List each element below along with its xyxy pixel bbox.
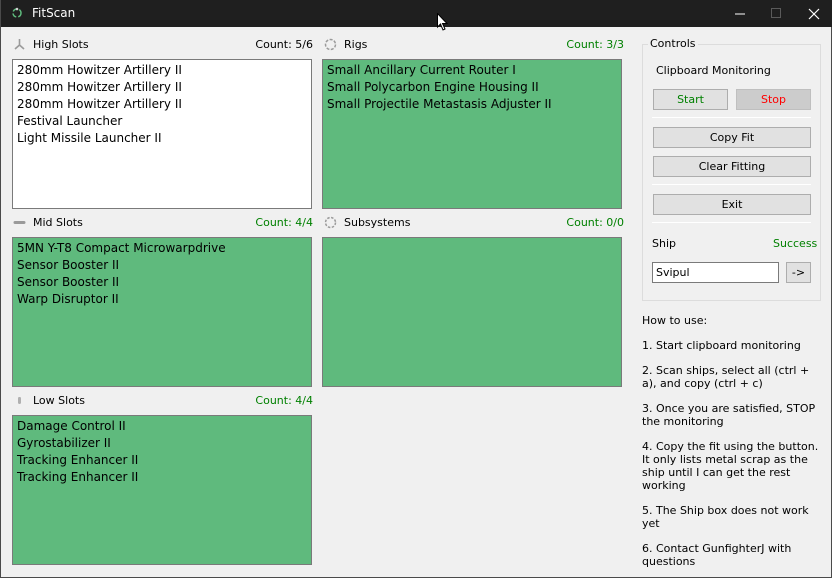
- subsystems-header: Subsystems Count: 0/0: [324, 215, 624, 231]
- subsystems-label: Subsystems: [344, 216, 411, 229]
- separator: [652, 222, 811, 223]
- list-item[interactable]: Tracking Enhancer II: [17, 469, 307, 486]
- start-button[interactable]: Start: [653, 89, 728, 110]
- exit-button[interactable]: Exit: [653, 194, 811, 215]
- app-icon: [12, 7, 22, 18]
- minimize-icon: [734, 13, 745, 15]
- controls-group-label: Controls: [648, 37, 698, 50]
- rig-icon: [324, 38, 337, 51]
- how-to-step: 3. Once you are satisfied, STOP the moni…: [642, 402, 816, 428]
- list-item[interactable]: 5MN Y-T8 Compact Microwarpdrive: [17, 240, 307, 257]
- low-slot-icon: [18, 397, 21, 404]
- high-slots-label: High Slots: [33, 38, 89, 51]
- copy-fit-button[interactable]: Copy Fit: [653, 127, 811, 148]
- list-item[interactable]: Small Ancillary Current Router I: [327, 62, 617, 79]
- list-item[interactable]: 280mm Howitzer Artillery II: [17, 96, 307, 113]
- how-to-step: 6. Contact GunfighterJ with questions: [642, 542, 792, 568]
- subsystems-count: Count: 0/0: [566, 216, 624, 229]
- close-icon: [808, 8, 820, 19]
- rigs-count: Count: 3/3: [566, 38, 624, 51]
- rigs-header: Rigs Count: 3/3: [324, 37, 624, 53]
- high-slots-list[interactable]: 280mm Howitzer Artillery II 280mm Howitz…: [12, 59, 312, 209]
- subsystems-list[interactable]: [322, 237, 622, 387]
- list-item[interactable]: Warp Disruptor II: [17, 291, 307, 308]
- how-to-step: 4. Copy the fit using the button. It onl…: [642, 440, 819, 492]
- stop-button[interactable]: Stop: [736, 89, 811, 110]
- fitscan-window: FitScan High Slots Count: 5/6 280mm Howi…: [0, 0, 832, 578]
- ship-go-button[interactable]: ->: [786, 262, 811, 283]
- list-item[interactable]: Sensor Booster II: [17, 274, 307, 291]
- mid-slots-header: Mid Slots Count: 4/4: [13, 215, 313, 231]
- mid-slots-label: Mid Slots: [33, 216, 83, 229]
- low-slots-list[interactable]: Damage Control II Gyrostabilizer II Trac…: [12, 415, 312, 565]
- how-to-step: 5. The Ship box does not work yet: [642, 504, 809, 530]
- list-item[interactable]: Sensor Booster II: [17, 257, 307, 274]
- low-slots-label: Low Slots: [33, 394, 85, 407]
- mouse-cursor-icon: [437, 13, 449, 31]
- mid-slots-list[interactable]: 5MN Y-T8 Compact Microwarpdrive Sensor B…: [12, 237, 312, 387]
- clear-fitting-button[interactable]: Clear Fitting: [653, 156, 811, 177]
- how-to-use-panel: How to use: 1. Start clipboard monitorin…: [642, 314, 822, 578]
- high-slot-icon: [14, 39, 25, 50]
- clipboard-monitoring-label: Clipboard Monitoring: [656, 64, 771, 77]
- separator: [652, 184, 811, 185]
- close-button[interactable]: [791, 0, 832, 27]
- maximize-icon: [770, 8, 781, 18]
- list-item[interactable]: Light Missile Launcher II: [17, 130, 307, 147]
- ship-status: Success: [773, 237, 818, 250]
- list-item[interactable]: Tracking Enhancer II: [17, 452, 307, 469]
- how-to-step: 2. Scan ships, select all (ctrl + a), an…: [642, 364, 810, 390]
- window-title: FitScan: [32, 6, 76, 20]
- separator: [652, 117, 811, 118]
- high-slots-header: High Slots Count: 5/6: [13, 37, 313, 53]
- ship-label: Ship: [652, 237, 676, 250]
- low-slots-count: Count: 4/4: [255, 394, 313, 407]
- low-slots-header: Low Slots Count: 4/4: [13, 393, 313, 409]
- rigs-list[interactable]: Small Ancillary Current Router I Small P…: [322, 59, 622, 209]
- list-item[interactable]: Festival Launcher: [17, 113, 307, 130]
- list-item[interactable]: Small Polycarbon Engine Housing II: [327, 79, 617, 96]
- how-to-step: 1. Start clipboard monitoring: [642, 339, 801, 352]
- list-item[interactable]: Damage Control II: [17, 418, 307, 435]
- how-to-use-title: How to use:: [642, 314, 708, 327]
- list-item[interactable]: Gyrostabilizer II: [17, 435, 307, 452]
- subsystem-icon: [324, 216, 337, 229]
- mid-slot-icon: [13, 221, 26, 224]
- list-item[interactable]: 280mm Howitzer Artillery II: [17, 79, 307, 96]
- rigs-label: Rigs: [344, 38, 368, 51]
- list-item[interactable]: Small Projectile Metastasis Adjuster II: [327, 96, 617, 113]
- ship-input[interactable]: Svipul: [652, 262, 779, 283]
- list-item[interactable]: 280mm Howitzer Artillery II: [17, 62, 307, 79]
- mid-slots-count: Count: 4/4: [255, 216, 313, 229]
- high-slots-count: Count: 5/6: [255, 38, 313, 51]
- title-bar[interactable]: FitScan: [1, 0, 832, 27]
